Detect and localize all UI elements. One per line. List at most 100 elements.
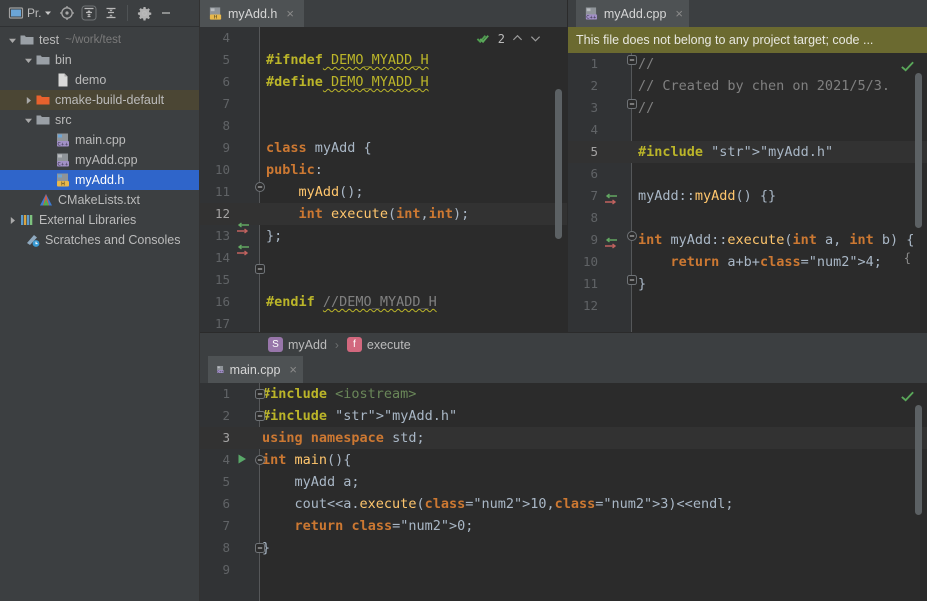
breadcrumb[interactable]: S myAdd › f execute (200, 332, 927, 356)
chevron-down-icon (45, 11, 52, 15)
run-gutter-icon[interactable] (236, 453, 248, 465)
code-lines-main-cpp[interactable]: 1 #include <iostream> 2 #include "str">"myA… (200, 383, 927, 601)
tree-node-bin[interactable]: bin (0, 50, 199, 70)
chevron-down-icon[interactable] (530, 33, 541, 44)
code-line[interactable]: 3 // (568, 97, 927, 119)
fold-collapse-icon[interactable] (627, 231, 637, 241)
code-line[interactable]: 3 using namespace std; (200, 427, 927, 449)
code-editor-main-cpp[interactable]: 1 #include <iostream> 2 #include "str">"myA… (200, 383, 927, 601)
tree-node-src[interactable]: src (0, 110, 199, 130)
editor-scrollbar-left[interactable] (553, 27, 565, 356)
code-line[interactable]: 11} (568, 273, 927, 295)
code-line[interactable]: 4 (568, 119, 927, 141)
code-line[interactable]: 6 #define DEMO_MYADD_H (200, 71, 567, 93)
project-target-warning-banner[interactable]: This file does not belong to any project… (568, 27, 927, 53)
collapse-all-icon[interactable] (101, 2, 121, 24)
twisty-down-icon[interactable] (22, 114, 35, 127)
fold-collapse-icon[interactable] (255, 543, 265, 553)
code-editor-myadd-cpp[interactable]: This file does not belong to any project… (568, 27, 927, 356)
line-number: 5 (222, 52, 230, 67)
close-icon[interactable]: × (675, 7, 683, 20)
breadcrumb-item-myadd[interactable]: S myAdd (268, 337, 327, 352)
close-icon[interactable]: × (286, 7, 294, 20)
chevron-up-icon[interactable] (512, 33, 523, 44)
scrollbar-thumb[interactable] (915, 73, 922, 228)
code-line[interactable]: 1 #include <iostream> (200, 383, 927, 405)
fold-collapse-icon[interactable] (627, 275, 637, 285)
editor-scrollbar-right[interactable] (913, 53, 925, 356)
svg-text:C++: C++ (58, 161, 69, 167)
expand-all-icon[interactable] (79, 2, 99, 24)
twisty-right-icon[interactable] (22, 94, 35, 107)
code-line[interactable]: 6 cout<<a.execute(class="num2">10,class=… (200, 493, 927, 515)
code-line[interactable]: 5 #include "str">"myAdd.h" (568, 141, 927, 163)
code-editor-myadd-h[interactable]: 2 4 5 #ifndef DEMO_MYADD_H 6 #define DEMO_MY… (200, 27, 567, 356)
twisty-down-icon[interactable] (6, 34, 19, 47)
twisty-down-icon[interactable] (22, 54, 35, 67)
implemented-marker-icon[interactable] (236, 244, 250, 256)
fold-collapse-icon[interactable] (627, 55, 637, 65)
project-tree[interactable]: test ~/work/test bin demo cmake-build-de… (0, 27, 199, 601)
tab-myadd-cpp[interactable]: C++ myAdd.cpp × (576, 0, 689, 27)
implemented-marker-icon[interactable] (604, 237, 618, 249)
code-line[interactable]: 1 // (568, 53, 927, 75)
close-icon[interactable]: × (289, 363, 297, 376)
tree-node-cmake-build-default[interactable]: cmake-build-default (0, 90, 199, 110)
code-line[interactable]: 12 (568, 295, 927, 317)
code-line[interactable]: 7 myAdd::myAdd() {} (568, 185, 927, 207)
twisty-right-icon[interactable] (6, 214, 19, 227)
editor-scrollbar-bottom[interactable] (913, 383, 925, 601)
fold-collapse-icon[interactable] (255, 264, 265, 274)
code-line[interactable]: 16 #endif //DEMO_MYADD_H (200, 291, 567, 313)
line-number: 3 (590, 100, 598, 115)
locate-icon[interactable] (57, 2, 77, 24)
tree-label: myAdd.h (75, 173, 125, 187)
code-line[interactable]: 8 (200, 115, 567, 137)
fold-collapse-icon[interactable] (627, 99, 637, 109)
code-line[interactable]: 2 #include "str">"myAdd.h" (200, 405, 927, 427)
inspection-ok-icon[interactable] (900, 59, 915, 74)
implemented-marker-icon[interactable] (604, 193, 618, 205)
tree-node-cmakelists[interactable]: CMakeLists.txt (0, 190, 199, 210)
line-number: 4 (222, 452, 230, 467)
minimize-icon[interactable] (156, 2, 176, 24)
code-line[interactable]: 9 int myAdd::execute(int a, int b) { (568, 229, 927, 251)
code-lines-myadd-cpp[interactable]: 1 // 2 // Created by chen on 2021/5/3. 3 // 4 5… (568, 53, 927, 356)
code-line[interactable]: 7 (200, 93, 567, 115)
code-line[interactable]: 6 (568, 163, 927, 185)
tree-node-test[interactable]: test ~/work/test (0, 30, 199, 50)
fold-collapse-icon[interactable] (255, 182, 265, 192)
code-line[interactable]: 8} (200, 537, 927, 559)
code-line[interactable]: 5 #ifndef DEMO_MYADD_H (200, 49, 567, 71)
tree-node-myadd-h[interactable]: H myAdd.h (0, 170, 199, 190)
tab-main-cpp[interactable]: C++ main.cpp × (208, 356, 303, 383)
project-view-selector[interactable]: Pr. (6, 2, 55, 24)
tree-node-demo[interactable]: demo (0, 70, 199, 90)
code-line[interactable]: 10 return a+b+class="num2">4; (568, 251, 927, 273)
fold-collapse-icon[interactable] (255, 389, 265, 399)
code-line[interactable]: 4 int main(){ (200, 449, 927, 471)
fold-collapse-icon[interactable] (255, 455, 265, 465)
tree-node-external-libraries[interactable]: External Libraries (0, 210, 199, 230)
tree-node-scratches[interactable]: Scratches and Consoles (0, 230, 199, 250)
breadcrumb-item-execute[interactable]: f execute (346, 337, 411, 352)
code-line[interactable]: 12 int execute(int,int); (200, 203, 567, 225)
fold-collapse-icon[interactable] (255, 411, 265, 421)
implemented-marker-icon[interactable] (236, 222, 250, 234)
code-line[interactable]: 7 return class="num2">0; (200, 515, 927, 537)
code-line[interactable]: 13}; (200, 225, 567, 247)
scrollbar-thumb[interactable] (555, 89, 562, 239)
tree-node-myadd-cpp[interactable]: C++ myAdd.cpp (0, 150, 199, 170)
code-line[interactable]: 5 myAdd a; (200, 471, 927, 493)
inspection-widget-left[interactable]: 2 (476, 31, 541, 46)
code-line[interactable]: 9 (200, 559, 927, 581)
code-line[interactable]: 9 class myAdd { (200, 137, 567, 159)
inspection-ok-icon[interactable] (900, 389, 915, 404)
code-line[interactable]: 8 (568, 207, 927, 229)
scrollbar-thumb[interactable] (915, 405, 922, 515)
tab-myadd-h[interactable]: H myAdd.h × (200, 0, 304, 27)
code-line[interactable]: 10 public: (200, 159, 567, 181)
code-line[interactable]: 2 // Created by chen on 2021/5/3. (568, 75, 927, 97)
tree-node-main-cpp[interactable]: C++ main.cpp (0, 130, 199, 150)
gear-icon[interactable] (134, 2, 154, 24)
